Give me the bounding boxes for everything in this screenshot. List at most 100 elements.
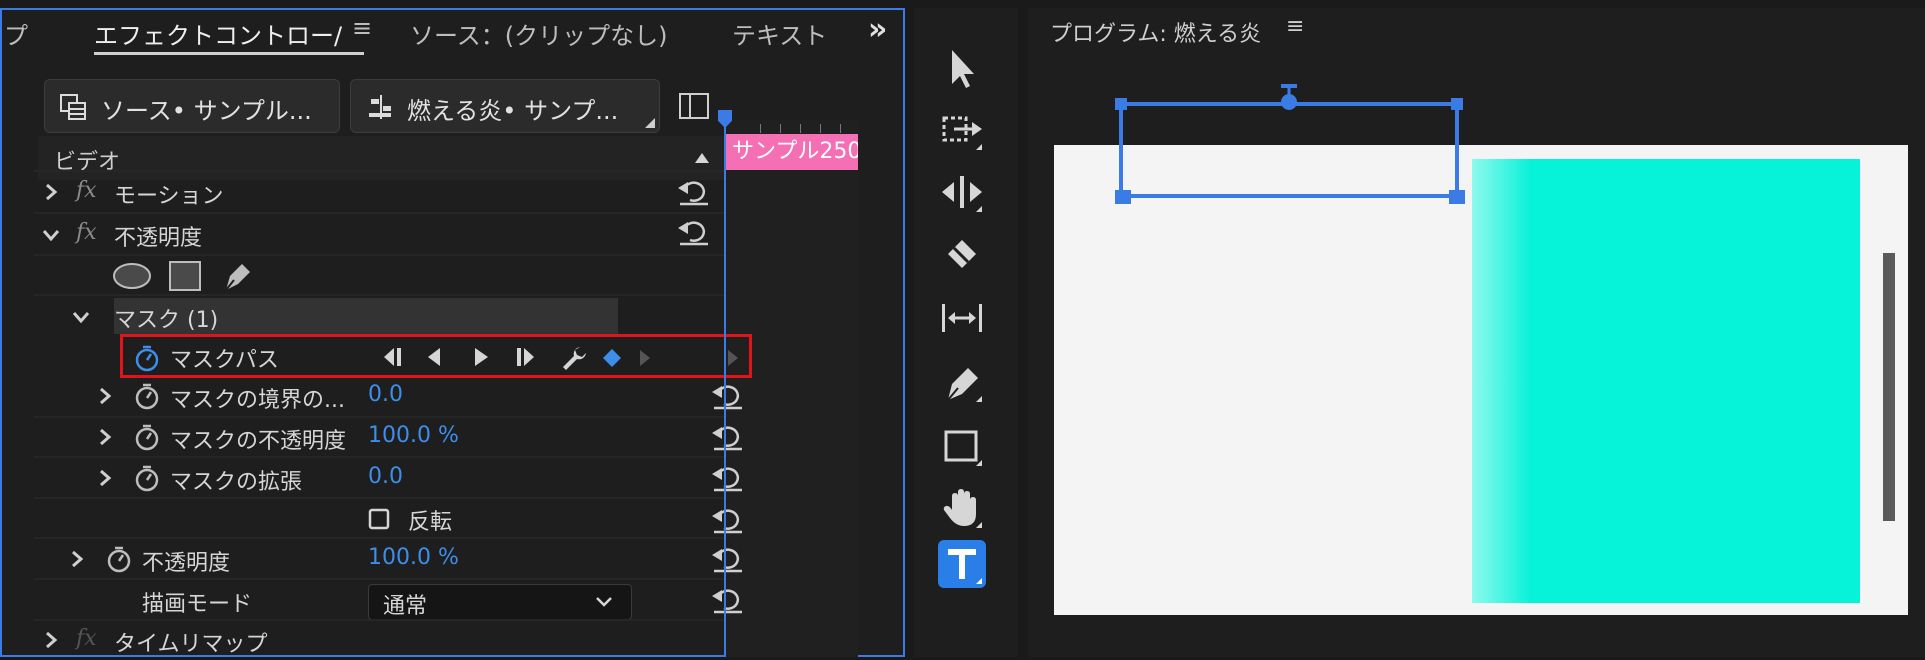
shape-glow <box>1472 159 1532 603</box>
mask-opacity-row[interactable]: マスクの不透明度 100.0 % <box>34 417 742 457</box>
reset-icon[interactable] <box>676 178 712 206</box>
source-clip-icon <box>60 94 86 120</box>
collapse-up-icon[interactable] <box>694 152 710 164</box>
rectangle-mask-icon[interactable] <box>168 260 202 292</box>
source-clip-button[interactable]: ソース• サンプル... <box>44 79 340 133</box>
ruler-tick <box>780 124 781 133</box>
row-divider <box>34 294 724 296</box>
dropdown-corner-icon <box>645 118 655 128</box>
program-monitor-panel: プログラム: 燃える炎 ≡ <box>1028 8 1925 657</box>
collapse-chevron-icon[interactable] <box>42 228 60 242</box>
sequence-clip-button[interactable]: 燃える炎• サンプ... <box>350 79 660 133</box>
reset-icon[interactable] <box>710 382 746 410</box>
type-icon <box>948 549 982 584</box>
mask-feather-row[interactable]: マスクの境界の... 0.0 <box>34 376 742 416</box>
row-divider <box>34 212 724 214</box>
tools-panel <box>914 8 1018 657</box>
tab-source[interactable]: ソース：(クリップなし) <box>410 16 668 51</box>
row-divider <box>34 619 724 621</box>
row-divider <box>34 537 724 539</box>
reset-icon[interactable] <box>676 218 712 246</box>
razor-icon[interactable] <box>938 230 986 278</box>
mask-inverted-row[interactable]: 反転 <box>34 498 742 538</box>
reset-icon[interactable] <box>710 586 746 614</box>
mask-label: マスク (1) <box>114 308 219 333</box>
mask-path-bounding-box[interactable] <box>1104 76 1494 210</box>
ellipse-mask-icon[interactable] <box>112 262 152 290</box>
program-monitor-title[interactable]: プログラム: 燃える炎 <box>1050 16 1261 48</box>
pen-icon[interactable] <box>938 358 986 406</box>
stopwatch-icon[interactable] <box>134 464 160 492</box>
ripple-edit-icon[interactable] <box>938 168 986 216</box>
fx-icon: fx <box>76 178 97 203</box>
tab-text[interactable]: テキスト <box>732 16 827 51</box>
time-remap-label: タイムリマップ <box>114 632 268 657</box>
mask-feather-value[interactable]: 0.0 <box>368 382 403 407</box>
row-divider <box>34 497 724 499</box>
opacity-property-row[interactable]: 不透明度 100.0 % <box>34 539 742 579</box>
playhead-line[interactable] <box>724 115 726 657</box>
rectangle-icon[interactable] <box>938 422 986 470</box>
ruler-tick <box>760 124 761 133</box>
stopwatch-icon[interactable] <box>106 545 132 573</box>
mask-feather-label: マスクの境界の... <box>170 388 345 413</box>
tab-effect-controls[interactable]: エフェクトコントロー/ <box>94 16 352 51</box>
opacity-effect-label: 不透明度 <box>114 226 203 251</box>
tab-effect-controls-menu-icon[interactable]: ≡ <box>352 14 372 42</box>
expand-chevron-icon[interactable] <box>98 469 112 487</box>
reset-icon[interactable] <box>710 464 746 492</box>
selection-tool-icon[interactable] <box>938 44 986 92</box>
expand-chevron-icon[interactable] <box>44 183 58 201</box>
pen-mask-icon[interactable] <box>220 258 256 294</box>
toggle-timeline-view-icon[interactable] <box>678 92 710 120</box>
active-tab-underline <box>94 52 364 55</box>
effect-row-time-remap[interactable]: fx タイムリマップ <box>34 620 724 660</box>
mask-expansion-row[interactable]: マスクの拡張 0.0 <box>34 458 742 498</box>
ruler-tick <box>800 124 801 133</box>
collapse-chevron-icon[interactable] <box>72 310 90 324</box>
expand-chevron-icon[interactable] <box>98 428 112 446</box>
next-keyframe-icon[interactable] <box>726 348 740 368</box>
monitor-scrollbar[interactable] <box>1883 253 1895 521</box>
program-monitor-menu-icon[interactable]: ≡ <box>1286 14 1304 39</box>
inverted-label: 反転 <box>408 510 453 535</box>
mask-expansion-label: マスクの拡張 <box>170 470 303 495</box>
reset-icon[interactable] <box>710 545 746 573</box>
expand-chevron-icon[interactable] <box>70 550 84 568</box>
stopwatch-icon[interactable] <box>134 423 160 451</box>
type-tool-button[interactable] <box>938 540 986 588</box>
expand-chevron-icon[interactable] <box>44 631 58 649</box>
ruler-tick <box>820 124 821 133</box>
ruler-tick <box>840 124 841 133</box>
tab-project-partial[interactable]: プ <box>4 16 28 51</box>
mask-expansion-value[interactable]: 0.0 <box>368 464 403 489</box>
opacity-property-value[interactable]: 100.0 % <box>368 545 459 570</box>
slip-icon[interactable] <box>938 294 986 342</box>
row-divider <box>34 254 724 256</box>
mask-row[interactable]: マスク (1) <box>34 296 724 336</box>
effect-row-opacity[interactable]: fx 不透明度 <box>34 214 724 254</box>
blend-mode-label: 描画モード <box>142 592 253 617</box>
blend-mode-row[interactable]: 描画モード 通常 <box>34 580 742 620</box>
mask-opacity-value[interactable]: 100.0 % <box>368 423 459 448</box>
mask-path-highlight-box <box>120 334 752 378</box>
source-clip-label: ソース• サンプル... <box>101 97 312 125</box>
chevron-down-icon <box>596 597 612 607</box>
opacity-property-label: 不透明度 <box>142 551 231 576</box>
row-divider <box>34 578 724 580</box>
timeline-clip-label[interactable]: サンプル250 <box>726 134 858 170</box>
expand-chevron-icon[interactable] <box>98 387 112 405</box>
inverted-checkbox[interactable] <box>368 508 390 530</box>
reset-icon[interactable] <box>710 506 746 534</box>
effect-row-motion[interactable]: fx モーション <box>34 172 724 212</box>
row-divider <box>34 170 724 172</box>
fx-icon: fx <box>76 626 97 651</box>
reset-icon[interactable] <box>710 423 746 451</box>
stopwatch-icon[interactable] <box>134 382 160 410</box>
row-divider <box>34 416 724 418</box>
hand-icon[interactable] <box>938 484 986 532</box>
blend-mode-select[interactable]: 通常 <box>368 584 632 620</box>
panel-overflow-icon[interactable]: » <box>868 12 887 47</box>
fx-icon: fx <box>76 220 97 245</box>
track-select-forward-icon[interactable] <box>938 106 986 154</box>
